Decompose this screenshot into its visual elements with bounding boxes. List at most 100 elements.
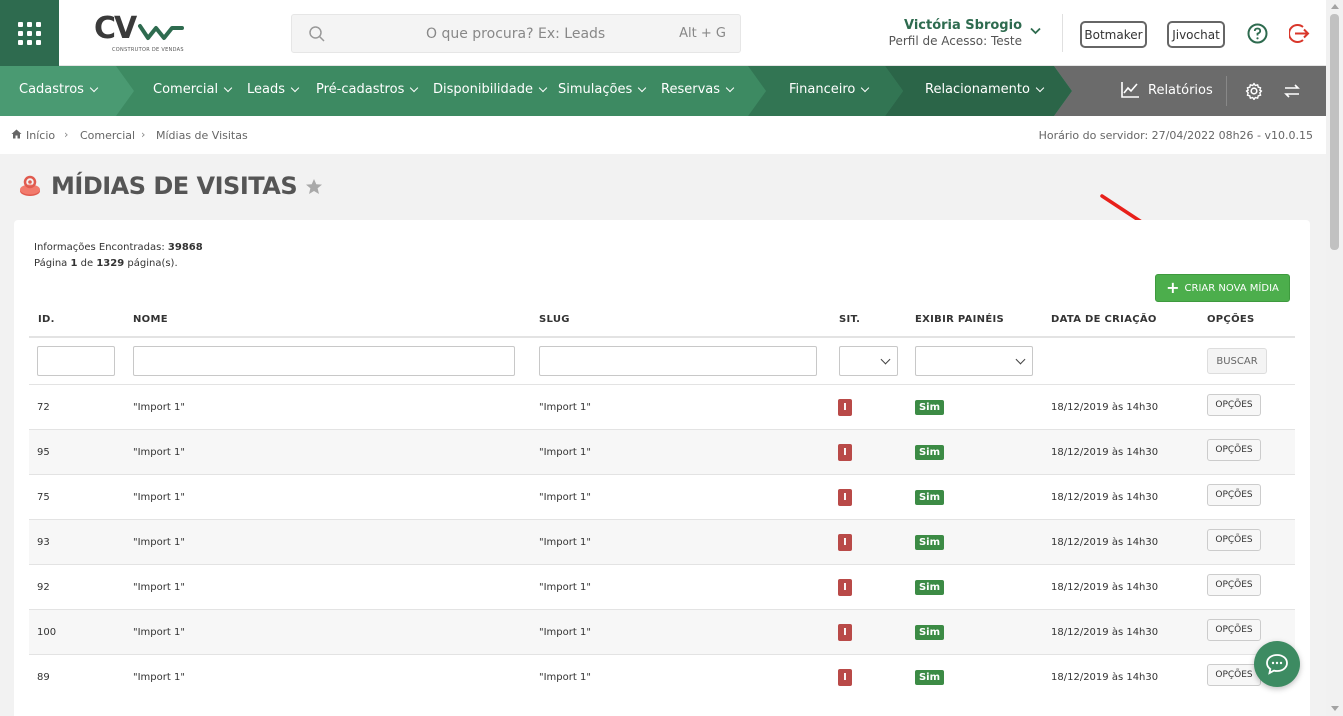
- menu-disponibilidade-label: Disponibilidade: [433, 82, 534, 97]
- star-icon[interactable]: [305, 178, 323, 195]
- search-placeholder: O que procura? Ex: Leads: [426, 26, 606, 42]
- found-label: Informações Encontradas:: [34, 242, 165, 253]
- cell-slug: "Import 1": [539, 582, 591, 593]
- cell-id: 75: [37, 492, 50, 503]
- menu-relatorios-label: Relatórios: [1148, 82, 1213, 98]
- help-icon[interactable]: [1247, 23, 1268, 44]
- menu-disponibilidade[interactable]: Disponibilidade: [433, 82, 548, 97]
- user-name: Victória Sbrogio: [903, 18, 1022, 33]
- options-button[interactable]: OPÇÕES: [1207, 664, 1261, 686]
- filter-nome-input[interactable]: [133, 346, 515, 376]
- chevron-down-icon: [880, 354, 891, 365]
- cell-nome: "Import 1": [133, 537, 185, 548]
- breadcrumb-separator: ›: [141, 128, 146, 141]
- content-panel: Informações Encontradas: 39868 Página 1 …: [14, 220, 1310, 716]
- menu-comercial[interactable]: Comercial: [153, 82, 233, 97]
- chevron-down-icon: [1015, 354, 1026, 365]
- menu-financeiro[interactable]: Financeiro: [789, 82, 870, 97]
- column-header-slug[interactable]: SLUG: [539, 314, 570, 325]
- top-header: CV CONSTRUTOR DE VENDAS O que procura? E…: [0, 0, 1326, 66]
- filter-sit-select[interactable]: [839, 346, 898, 376]
- header-divider: [29, 336, 1295, 338]
- user-profile: Perfil de Acesso: Teste: [888, 34, 1022, 48]
- swap-icon[interactable]: [1283, 83, 1301, 99]
- global-search[interactable]: O que procura? Ex: Leads Alt + G: [291, 14, 741, 53]
- cell-data: 18/12/2019 às 14h30: [1051, 537, 1159, 548]
- column-header-exibir[interactable]: EXIBIR PAINÉIS: [915, 314, 1004, 325]
- options-button[interactable]: OPÇÕES: [1207, 439, 1261, 461]
- menu-relatorios[interactable]: Relatórios: [1120, 81, 1213, 99]
- cell-slug: "Import 1": [539, 537, 591, 548]
- search-icon: [309, 26, 325, 42]
- plus-icon: +: [1166, 278, 1180, 297]
- scroll-up-icon[interactable]: [1331, 4, 1339, 9]
- menu-pre-cadastros-label: Pré-cadastros: [316, 82, 405, 97]
- column-header-data[interactable]: DATA DE CRIAÇÃO: [1051, 314, 1157, 325]
- create-media-button[interactable]: + CRIAR NOVA MÍDIA: [1155, 274, 1290, 302]
- exibir-badge: Sim: [915, 580, 944, 595]
- user-menu[interactable]: Victória Sbrogio Perfil de Acesso: Teste: [870, 18, 1022, 48]
- column-header-nome[interactable]: NOME: [133, 314, 168, 325]
- options-button[interactable]: OPÇÕES: [1207, 574, 1261, 596]
- menu-financeiro-label: Financeiro: [789, 82, 856, 97]
- cell-id: 89: [37, 672, 50, 683]
- media-icon: [20, 175, 40, 196]
- scroll-down-icon[interactable]: [1331, 706, 1339, 711]
- menu-reservas[interactable]: Reservas: [661, 82, 735, 97]
- logo-subtitle: CONSTRUTOR DE VENDAS: [112, 47, 184, 53]
- filter-id-input[interactable]: [37, 346, 115, 376]
- chevron-down-icon: [637, 83, 647, 92]
- cell-nome: "Import 1": [133, 582, 185, 593]
- logo[interactable]: CV CONSTRUTOR DE VENDAS: [94, 14, 189, 56]
- page-header: MÍDIAS DE VISITAS: [18, 172, 323, 200]
- table-row: 75 "Import 1" "Import 1" I Sim 18/12/2019 às …: [29, 474, 1295, 519]
- cell-nome: "Import 1": [133, 672, 185, 683]
- table-row: 92 "Import 1" "Import 1" I Sim 18/12/2019 às …: [29, 564, 1295, 609]
- options-button[interactable]: OPÇÕES: [1207, 484, 1261, 506]
- table-row: 93 "Import 1" "Import 1" I Sim 18/12/2019 às …: [29, 519, 1295, 564]
- column-header-id[interactable]: ID.: [38, 314, 55, 325]
- exibir-badge: Sim: [915, 400, 944, 415]
- menu-cadastros-label: Cadastros: [19, 82, 84, 97]
- divider: [1062, 14, 1063, 52]
- cell-slug: "Import 1": [539, 447, 591, 458]
- options-button[interactable]: OPÇÕES: [1207, 529, 1261, 551]
- table-row: 95 "Import 1" "Import 1" I Sim 18/12/2019 às …: [29, 429, 1295, 474]
- cell-nome: "Import 1": [133, 492, 185, 503]
- breadcrumb-home[interactable]: Início: [26, 129, 55, 142]
- menu-relacionamento[interactable]: Relacionamento: [925, 82, 1045, 97]
- chevron-down-icon: [223, 83, 233, 92]
- chat-button[interactable]: [1254, 641, 1300, 687]
- menu-simulacoes[interactable]: Simulações: [558, 82, 647, 97]
- cell-slug: "Import 1": [539, 627, 591, 638]
- chart-icon: [1121, 82, 1139, 98]
- exit-icon[interactable]: [1289, 23, 1311, 44]
- scroll-thumb[interactable]: [1330, 14, 1339, 250]
- apps-menu-button[interactable]: [0, 0, 59, 66]
- status-badge: I: [838, 399, 852, 416]
- cell-data: 18/12/2019 às 14h30: [1051, 582, 1159, 593]
- main-menu: Cadastros Comercial Leads Pré-cadastros …: [0, 66, 1326, 116]
- page-title: MÍDIAS DE VISITAS: [51, 172, 298, 200]
- status-badge: I: [838, 444, 852, 461]
- page-label: Página: [34, 258, 68, 269]
- page-scrollbar[interactable]: [1326, 0, 1343, 716]
- filter-exibir-select[interactable]: [915, 346, 1033, 376]
- gear-icon[interactable]: [1245, 82, 1263, 100]
- search-button[interactable]: BUSCAR: [1207, 348, 1267, 374]
- chevron-down-icon: [290, 83, 300, 92]
- menu-leads[interactable]: Leads: [247, 82, 300, 97]
- jivochat-button[interactable]: Jivochat: [1167, 21, 1225, 48]
- filter-slug-input[interactable]: [539, 346, 817, 376]
- options-button[interactable]: OPÇÕES: [1207, 619, 1261, 641]
- menu-pre-cadastros[interactable]: Pré-cadastros: [316, 82, 419, 97]
- column-header-sit[interactable]: SIT.: [839, 314, 860, 325]
- options-button[interactable]: OPÇÕES: [1207, 394, 1261, 416]
- cell-slug: "Import 1": [539, 492, 591, 503]
- breadcrumb-comercial[interactable]: Comercial: [80, 129, 135, 142]
- botmaker-button[interactable]: Botmaker: [1080, 21, 1147, 48]
- cell-id: 93: [37, 537, 50, 548]
- server-time: Horário do servidor: 27/04/2022 08h26 - …: [1038, 129, 1313, 142]
- menu-cadastros[interactable]: Cadastros: [19, 82, 99, 97]
- chevron-down-icon[interactable]: [1030, 27, 1041, 35]
